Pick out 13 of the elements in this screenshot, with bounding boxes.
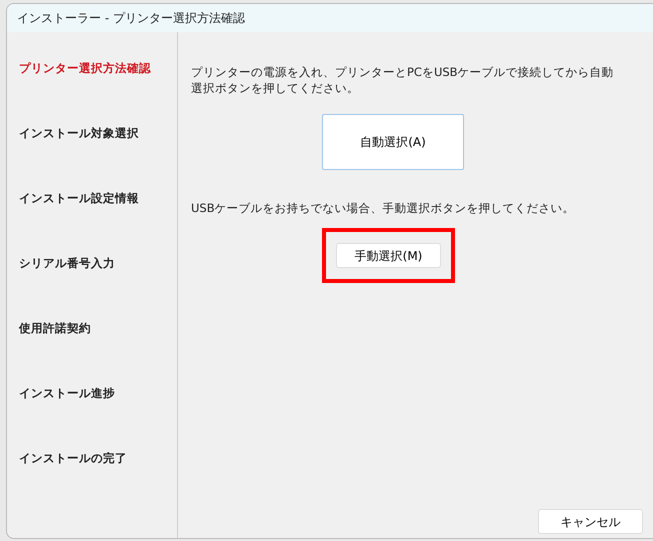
sidebar-step: インストール設定情報	[19, 191, 139, 205]
manual-select-button[interactable]: 手動選択(M)	[336, 243, 441, 268]
sidebar-step: シリアル番号入力	[19, 256, 115, 270]
cancel-button[interactable]: キャンセル	[538, 509, 643, 534]
sidebar-step: プリンター選択方法確認	[19, 61, 151, 75]
sidebar-step: インストールの完了	[19, 451, 127, 465]
sidebar-step: インストール対象選択	[19, 126, 139, 140]
instruction-text: USBケーブルをお持ちでない場合、手動選択ボタンを押してください。	[191, 200, 576, 216]
sidebar-step: 使用許諾契約	[19, 321, 91, 335]
window-title: インストーラー - プリンター選択方法確認	[7, 4, 653, 32]
instruction-text: プリンターの電源を入れ、プリンターとPCをUSBケーブルで接続してから自動選択ボタンを押してください。	[191, 64, 615, 96]
auto-select-button[interactable]: 自動選択(A)	[322, 114, 464, 170]
sidebar-step: インストール進捗	[19, 386, 115, 400]
